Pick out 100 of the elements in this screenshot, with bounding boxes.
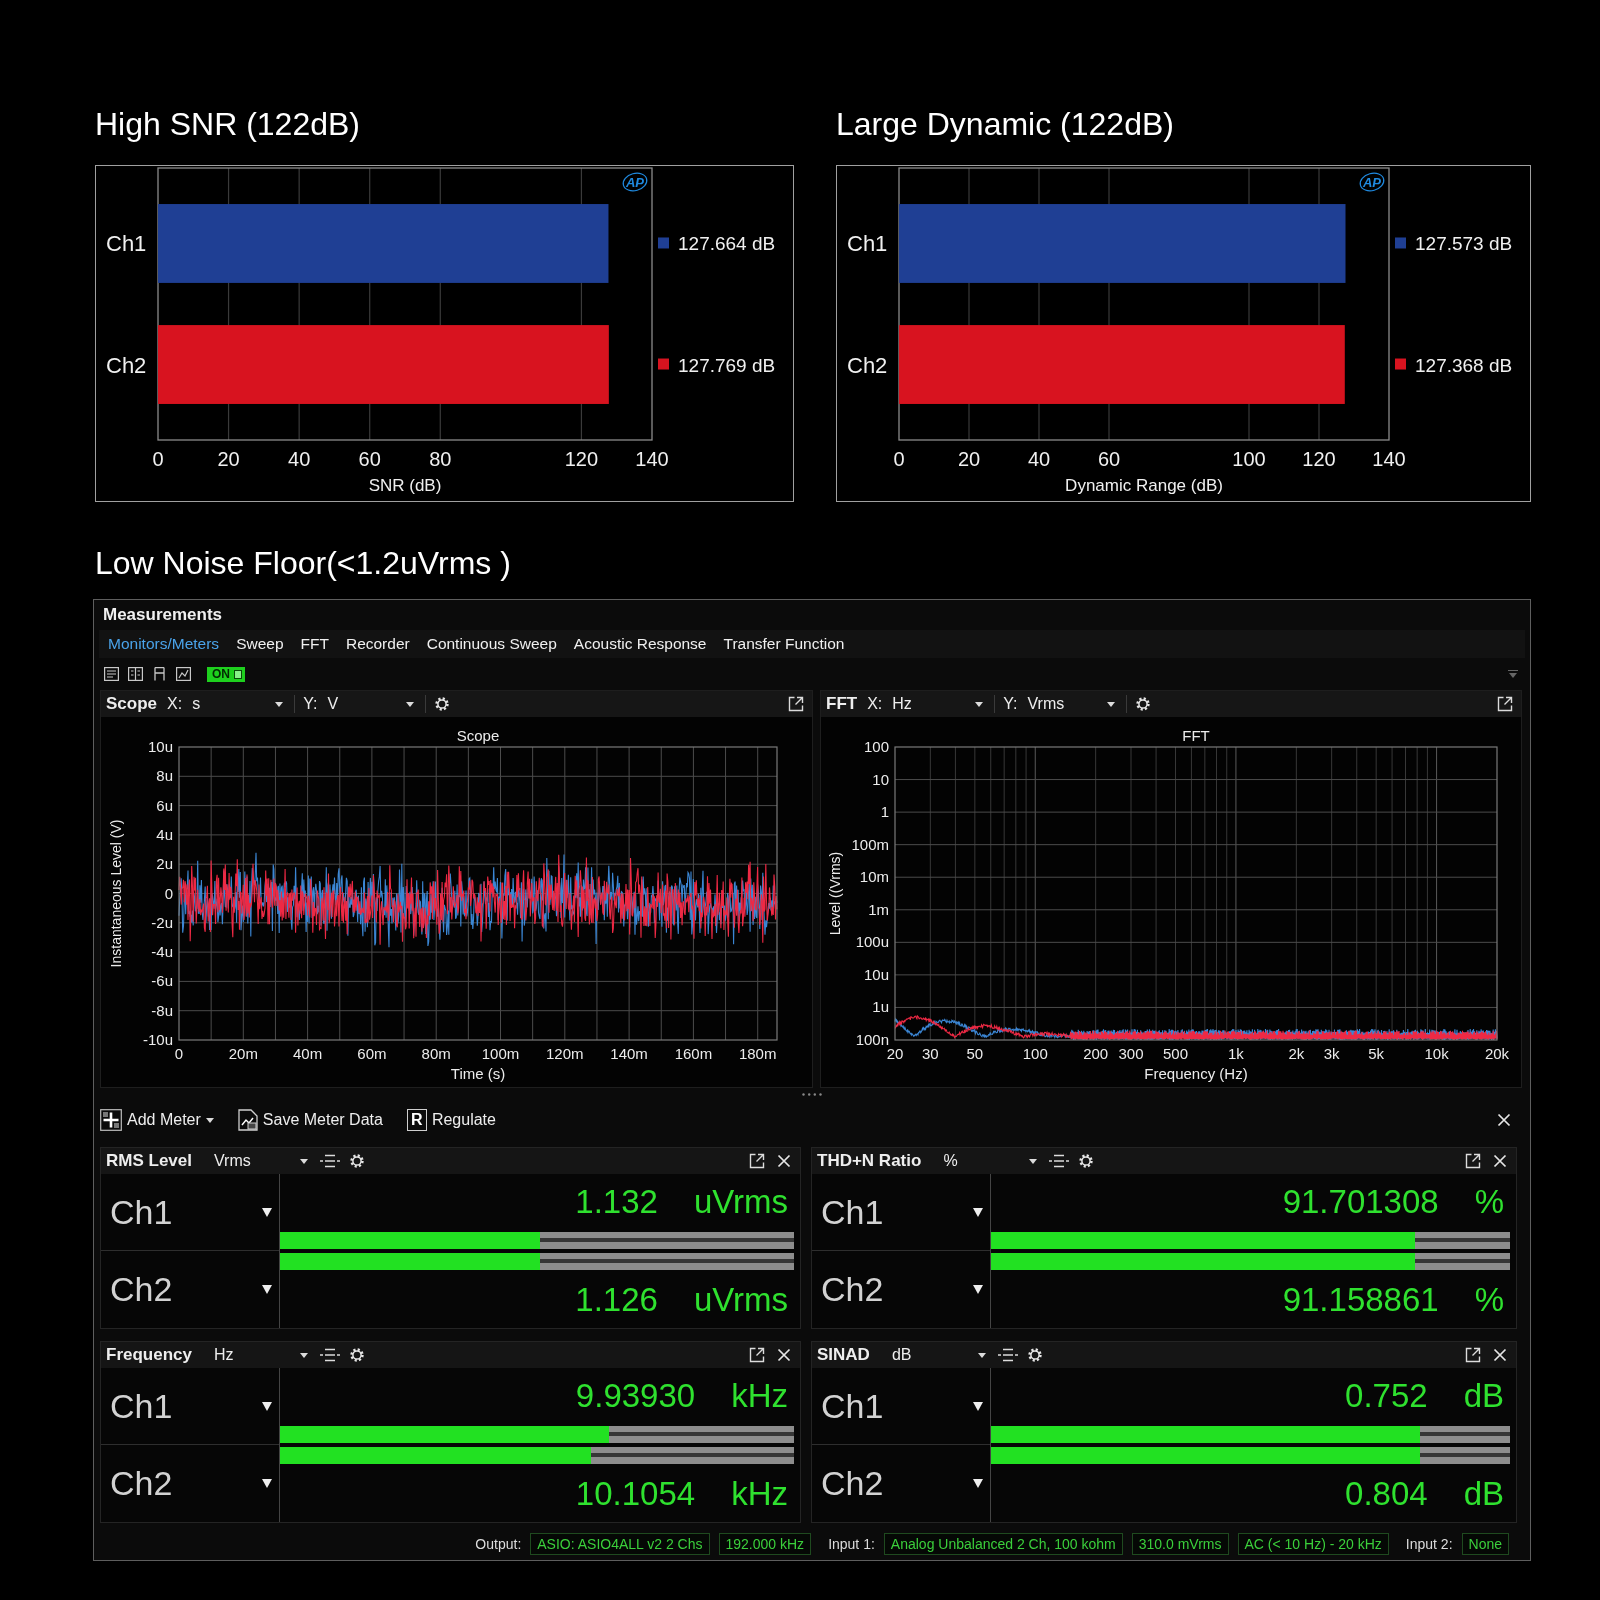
unit-dropdown[interactable]: % xyxy=(941,1150,1040,1172)
tab[interactable]: Transfer Function xyxy=(723,630,845,658)
list-icon[interactable] xyxy=(320,1154,340,1168)
caret-icon[interactable] xyxy=(300,1158,308,1164)
caret-icon[interactable] xyxy=(973,1479,983,1488)
tick-label: 10k xyxy=(1424,1045,1449,1062)
meter-unit: dB xyxy=(1463,1475,1504,1513)
caret-icon[interactable] xyxy=(275,701,284,707)
caret-icon[interactable] xyxy=(300,1352,308,1358)
caret-icon[interactable] xyxy=(262,1479,272,1488)
close-icon[interactable] xyxy=(777,1348,791,1362)
channel-label: Ch1 xyxy=(821,1386,884,1426)
pop-out-icon[interactable] xyxy=(1465,1347,1481,1363)
tick-label: 1k xyxy=(1228,1045,1244,1062)
close-icon[interactable] xyxy=(1493,1348,1507,1362)
split-panel-icon[interactable] xyxy=(128,667,143,681)
settings-icon[interactable] xyxy=(349,1153,365,1169)
close-icon[interactable] xyxy=(1497,1113,1511,1127)
caret-icon[interactable] xyxy=(977,1352,986,1358)
panel-icon[interactable] xyxy=(104,667,119,681)
column-icon[interactable] xyxy=(152,667,167,681)
chart-icon[interactable] xyxy=(176,667,191,681)
settings-icon[interactable] xyxy=(349,1347,365,1363)
meter-value: 0.752 xyxy=(1345,1377,1428,1415)
tick-label: 10u xyxy=(147,738,173,755)
channel-label: Ch1 xyxy=(110,1386,173,1426)
caret-icon[interactable] xyxy=(406,701,415,707)
tab[interactable]: Recorder xyxy=(345,630,410,658)
tick-label: 10m xyxy=(859,868,889,886)
grip-icon[interactable] xyxy=(802,1092,822,1096)
pop-out-icon[interactable] xyxy=(1465,1153,1481,1169)
unit-dropdown[interactable]: Vrms xyxy=(212,1150,310,1172)
caret-icon[interactable] xyxy=(973,1401,983,1411)
settings-icon[interactable] xyxy=(1026,1347,1043,1363)
channel-label: Ch2 xyxy=(110,1270,173,1309)
toggle-switch[interactable]: ON xyxy=(207,666,245,682)
caret-icon[interactable] xyxy=(262,1207,272,1217)
meter-unit: % xyxy=(1474,1183,1504,1221)
tick-label: 120m xyxy=(546,1045,584,1062)
tick-label: 200 xyxy=(1083,1045,1109,1062)
value-label: 127.573 dB xyxy=(1415,233,1513,255)
tick-label: 2u xyxy=(156,855,173,873)
tab[interactable]: Continuous Sweep xyxy=(426,630,557,658)
dropdown-icon[interactable] xyxy=(1508,670,1518,678)
settings-icon[interactable] xyxy=(1134,696,1151,712)
pop-out-icon[interactable] xyxy=(749,1347,765,1363)
tick-label: 1u xyxy=(872,998,889,1016)
list-icon[interactable] xyxy=(997,1348,1018,1362)
save-meter-data-button[interactable]: Save Meter Data xyxy=(237,1106,383,1134)
tick-label: 50 xyxy=(966,1045,984,1062)
caret-icon[interactable] xyxy=(1029,1158,1038,1164)
channel-label: Ch2 xyxy=(110,1464,173,1503)
regulate-button[interactable]: R Regulate xyxy=(406,1106,496,1134)
y-axis-dropdown[interactable]: Vrms xyxy=(1025,693,1118,715)
add-meter-button[interactable]: Add Meter xyxy=(100,1106,214,1134)
x-axis-dropdown[interactable]: Hz xyxy=(890,693,987,715)
tick-label: 0 xyxy=(174,1045,184,1062)
channel-label: Ch2 xyxy=(821,1270,884,1309)
tick-label: 40 xyxy=(288,448,311,470)
close-icon[interactable] xyxy=(1493,1154,1507,1168)
caret-icon[interactable] xyxy=(262,1401,272,1411)
list-icon[interactable] xyxy=(1049,1154,1070,1168)
meter-title: THD+N Ratio xyxy=(817,1151,922,1171)
category-label: Ch1 xyxy=(847,231,888,257)
caret-icon[interactable] xyxy=(975,701,984,707)
tab[interactable]: Monitors/Meters xyxy=(108,630,220,658)
unit-dropdown[interactable]: dB xyxy=(889,1344,988,1366)
pop-out-icon[interactable] xyxy=(788,696,804,712)
caret-icon[interactable] xyxy=(973,1207,983,1217)
tick-label: 10u xyxy=(863,965,889,983)
tick-label: 100u xyxy=(855,933,889,951)
category-label: Ch2 xyxy=(847,352,888,378)
tab[interactable]: Sweep xyxy=(236,630,284,658)
settings-icon[interactable] xyxy=(1078,1153,1095,1169)
status-value: Analog Unbalanced 2 Ch, 100 kohm xyxy=(883,1533,1123,1555)
x-axis-dropdown[interactable]: s xyxy=(190,693,287,715)
meter-unit: kHz xyxy=(731,1377,788,1415)
y-axis-dropdown[interactable]: V xyxy=(325,693,418,715)
tick-label: 60m xyxy=(357,1045,387,1062)
tick-label: 0 xyxy=(893,448,905,470)
unit-dropdown[interactable]: Hz xyxy=(212,1344,310,1366)
close-icon[interactable] xyxy=(777,1154,791,1168)
caret-icon[interactable] xyxy=(262,1285,272,1294)
settings-icon[interactable] xyxy=(434,696,451,712)
meter-unit: kHz xyxy=(731,1475,788,1513)
caret-icon[interactable] xyxy=(1106,701,1115,707)
pop-out-icon[interactable] xyxy=(749,1153,765,1169)
tick-label: 80 xyxy=(429,448,452,470)
tick-label: 20 xyxy=(957,448,981,470)
caret-icon[interactable] xyxy=(205,1117,214,1123)
status-value: AC (< 10 Hz) - 20 kHz xyxy=(1237,1533,1389,1555)
caret-icon[interactable] xyxy=(973,1285,983,1294)
list-icon[interactable] xyxy=(320,1348,340,1362)
tick-label: 120 xyxy=(564,448,599,470)
pop-out-icon[interactable] xyxy=(1497,696,1513,712)
tick-label: 100m xyxy=(481,1045,520,1062)
channel-label: Ch1 xyxy=(110,1192,173,1232)
tab[interactable]: Acoustic Response xyxy=(573,630,707,658)
tick-label: 80m xyxy=(421,1045,451,1062)
tab[interactable]: FFT xyxy=(300,630,329,658)
